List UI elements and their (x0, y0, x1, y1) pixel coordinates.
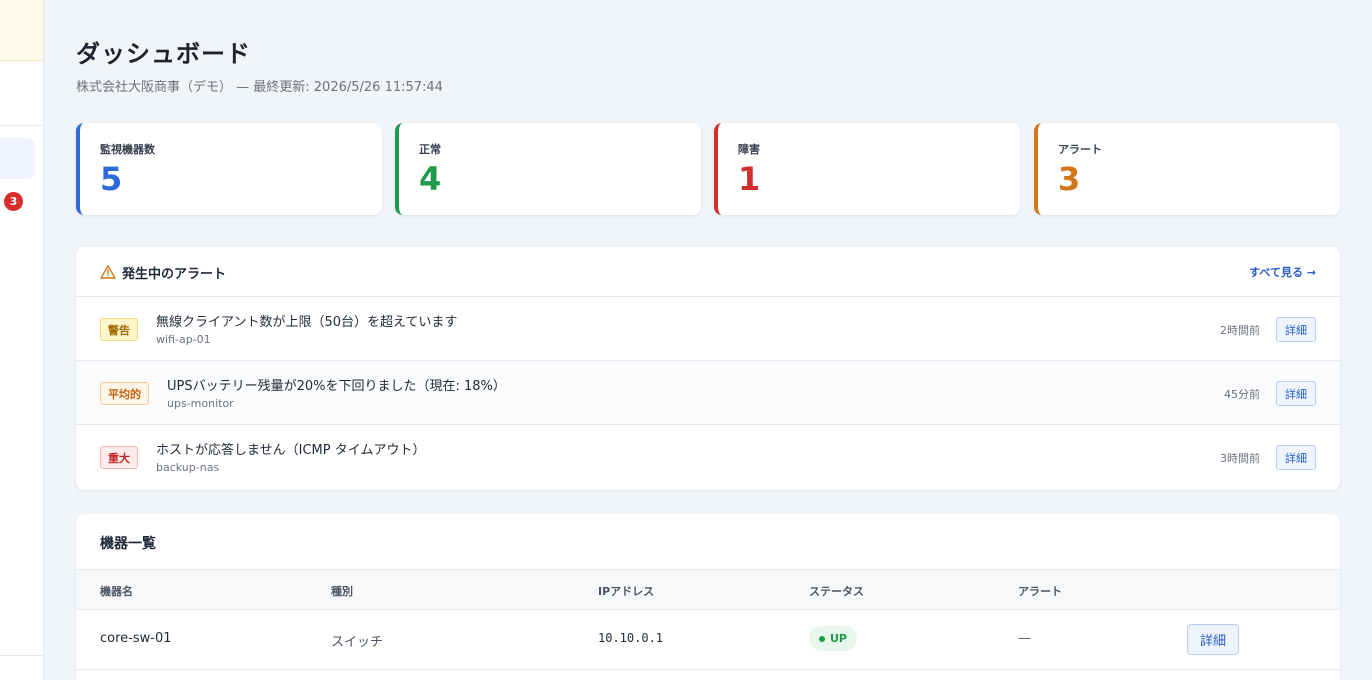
stat-card-failure: 障害 1 (714, 123, 1020, 215)
alert-host: wifi-ap-01 (156, 333, 211, 346)
alert-detail-button[interactable]: 詳細 (1276, 445, 1316, 470)
alert-detail-button[interactable]: 詳細 (1276, 381, 1316, 406)
severity-badge-critical: 重大 (100, 446, 138, 469)
sidebar-item-dashboard[interactable] (0, 138, 35, 179)
sidebar-banner (0, 0, 43, 61)
alerts-header: 発生中のアラート すべて見る → (76, 247, 1340, 297)
severity-badge-average: 平均的 (100, 382, 149, 405)
alert-detail-button[interactable]: 詳細 (1276, 317, 1316, 342)
stat-value: 3 (1058, 160, 1081, 198)
alerts-title: 発生中のアラート (122, 267, 227, 282)
page-title: ダッシュボード (76, 40, 251, 68)
alert-row: 平均的 UPSバッテリー残量が20%を下回りました（現在: 18%） ups-m… (76, 361, 1340, 425)
column-header-name: 機器名 (100, 585, 133, 598)
sidebar-divider-bottom (0, 655, 43, 656)
alert-time: 45分前 (1224, 388, 1260, 401)
device-list-panel: 機器一覧 機器名 種別 IPアドレス ステータス アラート core-sw-01… (76, 514, 1340, 680)
sidebar: 3 (0, 0, 44, 680)
active-alerts-panel: 発生中のアラート すべて見る → 警告 無線クライアント数が上限（50台）を超え… (76, 247, 1340, 490)
warning-icon (100, 265, 116, 279)
sidebar-alert-badge: 3 (4, 192, 23, 211)
alert-time: 2時間前 (1220, 324, 1260, 337)
status-badge: UP (809, 626, 857, 651)
sidebar-divider (0, 125, 43, 126)
status-text: UP (830, 632, 847, 645)
view-all-alerts-link[interactable]: すべて見る → (1249, 264, 1316, 280)
device-ip: 10.10.0.1 (598, 631, 664, 645)
device-name: core-sw-01 (100, 631, 172, 646)
table-row[interactable]: core-sw-01 スイッチ 10.10.0.1 UP — 詳細 (76, 610, 1340, 670)
alert-host: backup-nas (156, 461, 220, 474)
column-header-ip: IPアドレス (598, 585, 655, 598)
table-header: 機器名 種別 IPアドレス ステータス アラート (76, 569, 1340, 610)
column-header-status: ステータス (809, 585, 864, 598)
stat-card-ok: 正常 4 (395, 123, 701, 215)
stat-label: アラート (1058, 143, 1102, 156)
stat-label: 監視機器数 (100, 143, 155, 156)
alert-message: UPSバッテリー残量が20%を下回りました（現在: 18%） (167, 379, 506, 394)
stat-card-alerts: アラート 3 (1034, 123, 1340, 215)
status-dot-icon (819, 635, 825, 642)
stat-card-devices: 監視機器数 5 (76, 123, 382, 215)
stat-label: 正常 (419, 143, 441, 156)
stat-value: 4 (419, 160, 442, 198)
alert-host: ups-monitor (167, 397, 234, 410)
stat-label: 障害 (738, 143, 760, 156)
device-alert-count: — (1018, 631, 1031, 646)
stat-cards: 監視機器数 5 正常 4 障害 1 アラート 3 (76, 123, 1340, 215)
alert-time: 3時間前 (1220, 452, 1260, 465)
alert-message: 無線クライアント数が上限（50台）を超えています (156, 315, 458, 330)
alert-row: 警告 無線クライアント数が上限（50台）を超えています wifi-ap-01 2… (76, 297, 1340, 361)
alert-message: ホストが応答しません（ICMP タイムアウト） (156, 443, 426, 458)
column-header-alert: アラート (1018, 585, 1062, 598)
page-subtitle: 株式会社大阪商事（デモ） — 最終更新: 2026/5/26 11:57:44 (76, 80, 443, 95)
column-header-type: 種別 (331, 585, 353, 598)
device-detail-button[interactable]: 詳細 (1187, 624, 1239, 655)
device-list-title: 機器一覧 (100, 536, 156, 552)
stat-value: 1 (738, 160, 761, 198)
stat-value: 5 (100, 160, 123, 198)
alert-row: 重大 ホストが応答しません（ICMP タイムアウト） backup-nas 3時… (76, 425, 1340, 489)
severity-badge-warning: 警告 (100, 318, 138, 341)
device-type: スイッチ (331, 635, 384, 650)
